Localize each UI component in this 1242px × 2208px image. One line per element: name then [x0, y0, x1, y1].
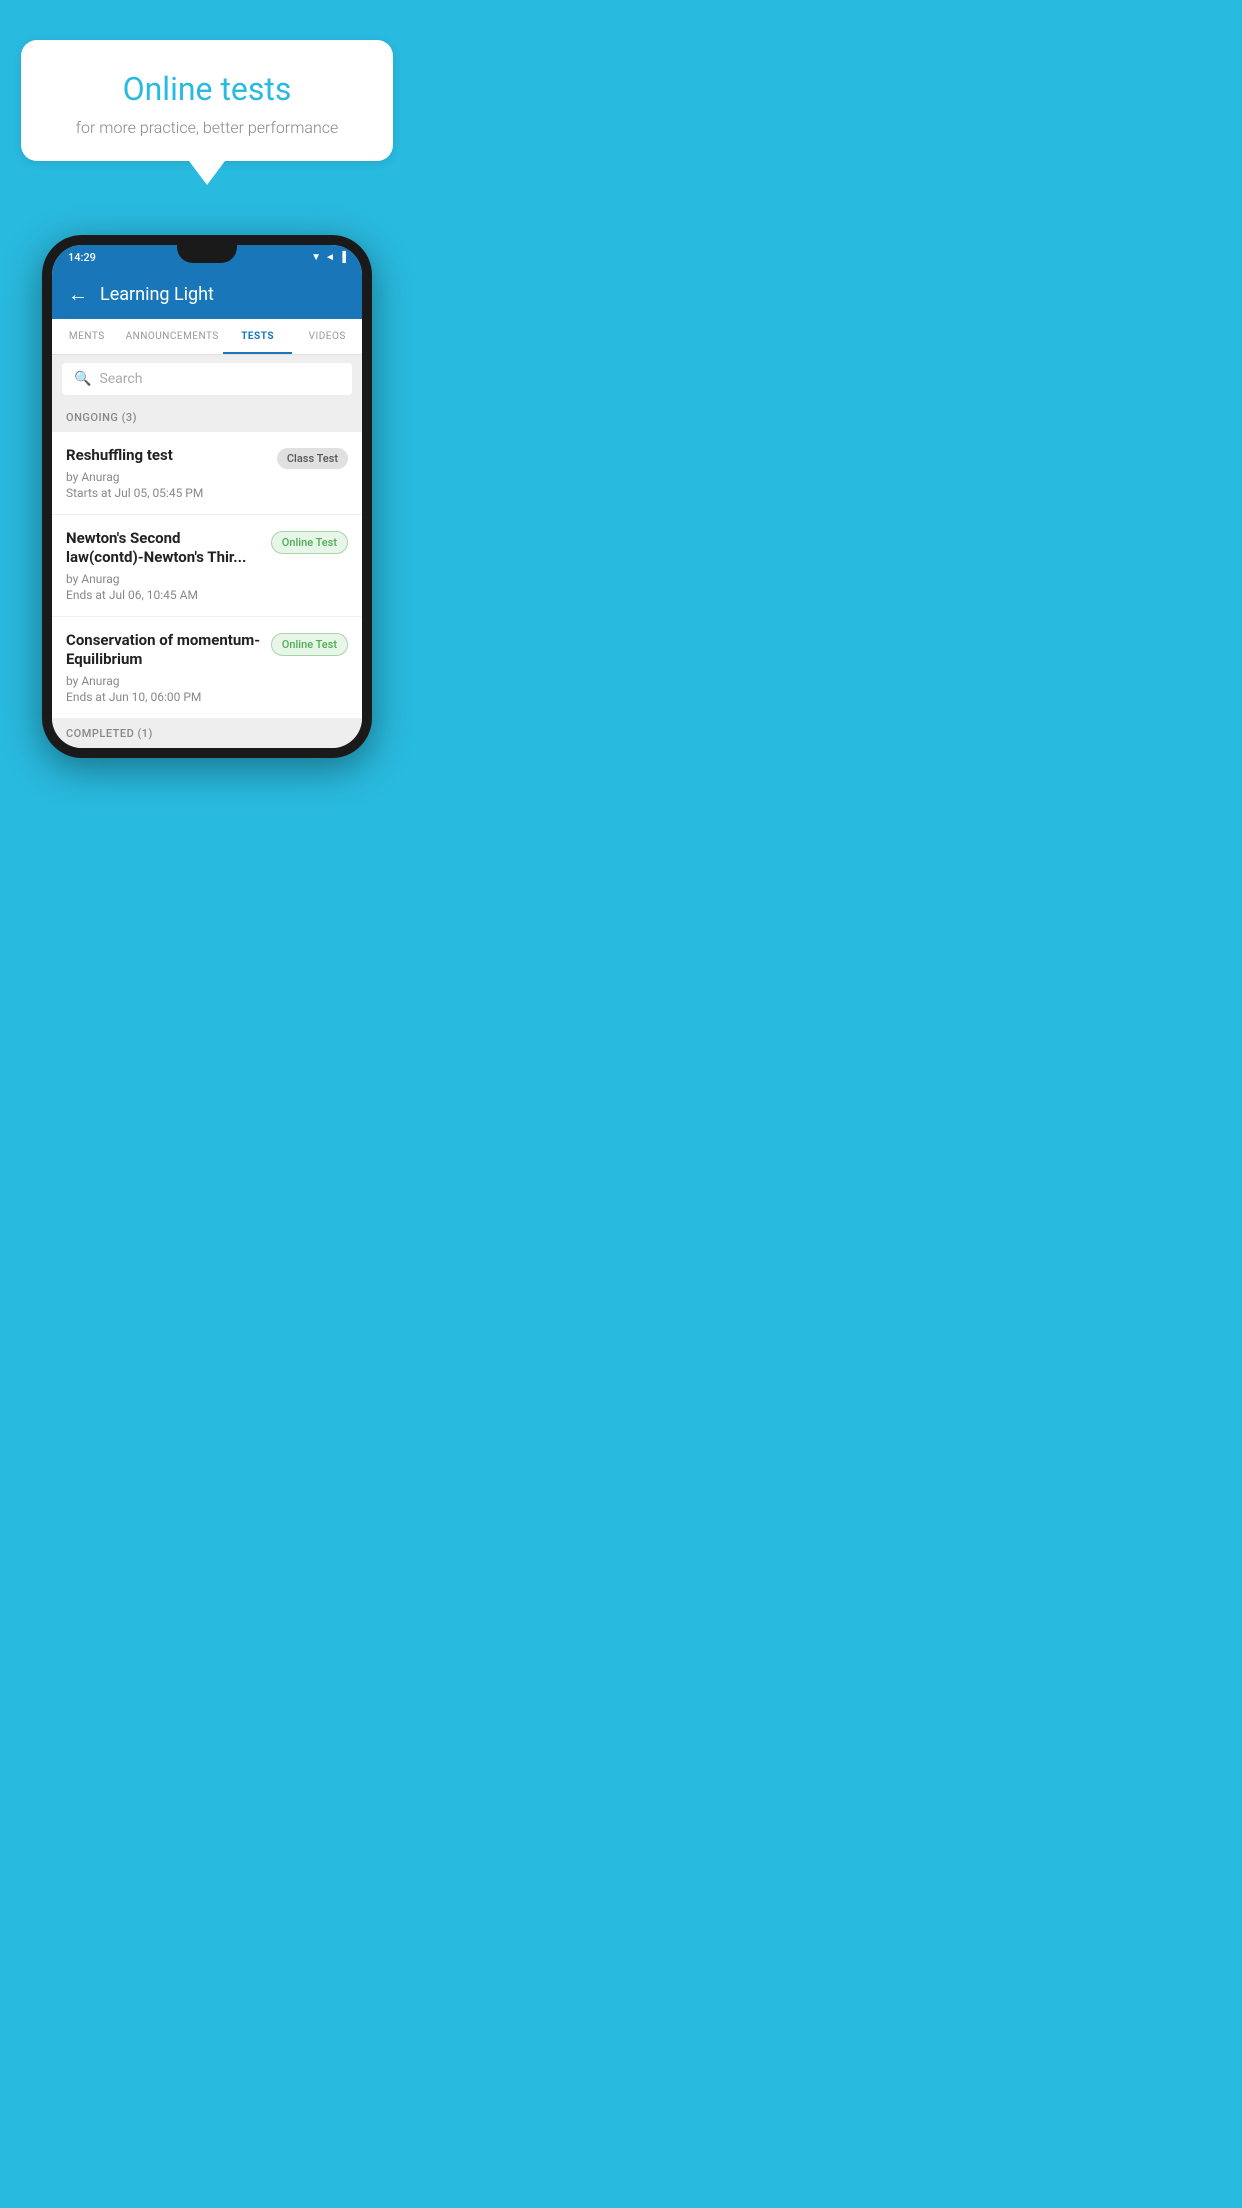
test-author-2: by Anurag	[66, 572, 261, 586]
test-item-3[interactable]: Conservation of momentum-Equilibrium by …	[52, 617, 362, 719]
bubble-subtitle: for more practice, better performance	[45, 118, 370, 137]
test-name-2: Newton's Second law(contd)-Newton's Thir…	[66, 529, 261, 568]
test-time-2: Ends at Jul 06, 10:45 AM	[66, 588, 261, 602]
phone-mockup: 14:29 ▼ ◄ ▐ ← Learning Light MENTS ANNOU…	[42, 235, 372, 758]
test-info-1: Reshuffling test by Anurag Starts at Jul…	[66, 446, 277, 500]
tab-videos[interactable]: VIDEOS	[292, 319, 362, 354]
tab-ments[interactable]: MENTS	[52, 319, 122, 354]
bubble-title: Online tests	[45, 70, 370, 108]
wifi-icon: ▼	[311, 252, 321, 263]
tab-tests[interactable]: TESTS	[223, 319, 293, 354]
battery-icon: ▐	[339, 252, 346, 263]
test-info-3: Conservation of momentum-Equilibrium by …	[66, 631, 271, 704]
badge-1: Class Test	[277, 448, 348, 469]
test-name-3: Conservation of momentum-Equilibrium	[66, 631, 261, 670]
phone-notch	[177, 245, 237, 263]
status-time: 14:29	[68, 251, 96, 264]
phone-outer: 14:29 ▼ ◄ ▐ ← Learning Light MENTS ANNOU…	[42, 235, 372, 758]
tab-announcements[interactable]: ANNOUNCEMENTS	[122, 319, 223, 354]
test-list: Reshuffling test by Anurag Starts at Jul…	[52, 432, 362, 719]
search-placeholder: Search	[99, 371, 142, 387]
app-title: Learning Light	[100, 284, 214, 305]
section-ongoing-header: ONGOING (3)	[52, 403, 362, 432]
search-bar-wrapper: 🔍 Search	[52, 355, 362, 403]
status-icons: ▼ ◄ ▐	[311, 252, 346, 263]
section-completed-header: COMPLETED (1)	[52, 719, 362, 748]
bubble-arrow	[189, 161, 225, 185]
test-author-1: by Anurag	[66, 470, 267, 484]
back-button[interactable]: ←	[68, 282, 88, 307]
badge-3: Online Test	[271, 633, 348, 656]
test-author-3: by Anurag	[66, 674, 261, 688]
speech-bubble: Online tests for more practice, better p…	[21, 40, 394, 161]
test-item-1[interactable]: Reshuffling test by Anurag Starts at Jul…	[52, 432, 362, 515]
test-name-1: Reshuffling test	[66, 446, 267, 466]
search-icon: 🔍	[74, 371, 91, 387]
test-time-3: Ends at Jun 10, 06:00 PM	[66, 690, 261, 704]
tabs-bar: MENTS ANNOUNCEMENTS TESTS VIDEOS	[52, 319, 362, 355]
test-info-2: Newton's Second law(contd)-Newton's Thir…	[66, 529, 271, 602]
app-header: ← Learning Light	[52, 270, 362, 319]
test-time-1: Starts at Jul 05, 05:45 PM	[66, 486, 267, 500]
signal-icon: ◄	[325, 252, 335, 263]
test-item-2[interactable]: Newton's Second law(contd)-Newton's Thir…	[52, 515, 362, 617]
search-bar[interactable]: 🔍 Search	[62, 363, 352, 395]
badge-2: Online Test	[271, 531, 348, 554]
speech-bubble-container: Online tests for more practice, better p…	[21, 40, 394, 185]
phone-screen: 14:29 ▼ ◄ ▐ ← Learning Light MENTS ANNOU…	[52, 245, 362, 748]
